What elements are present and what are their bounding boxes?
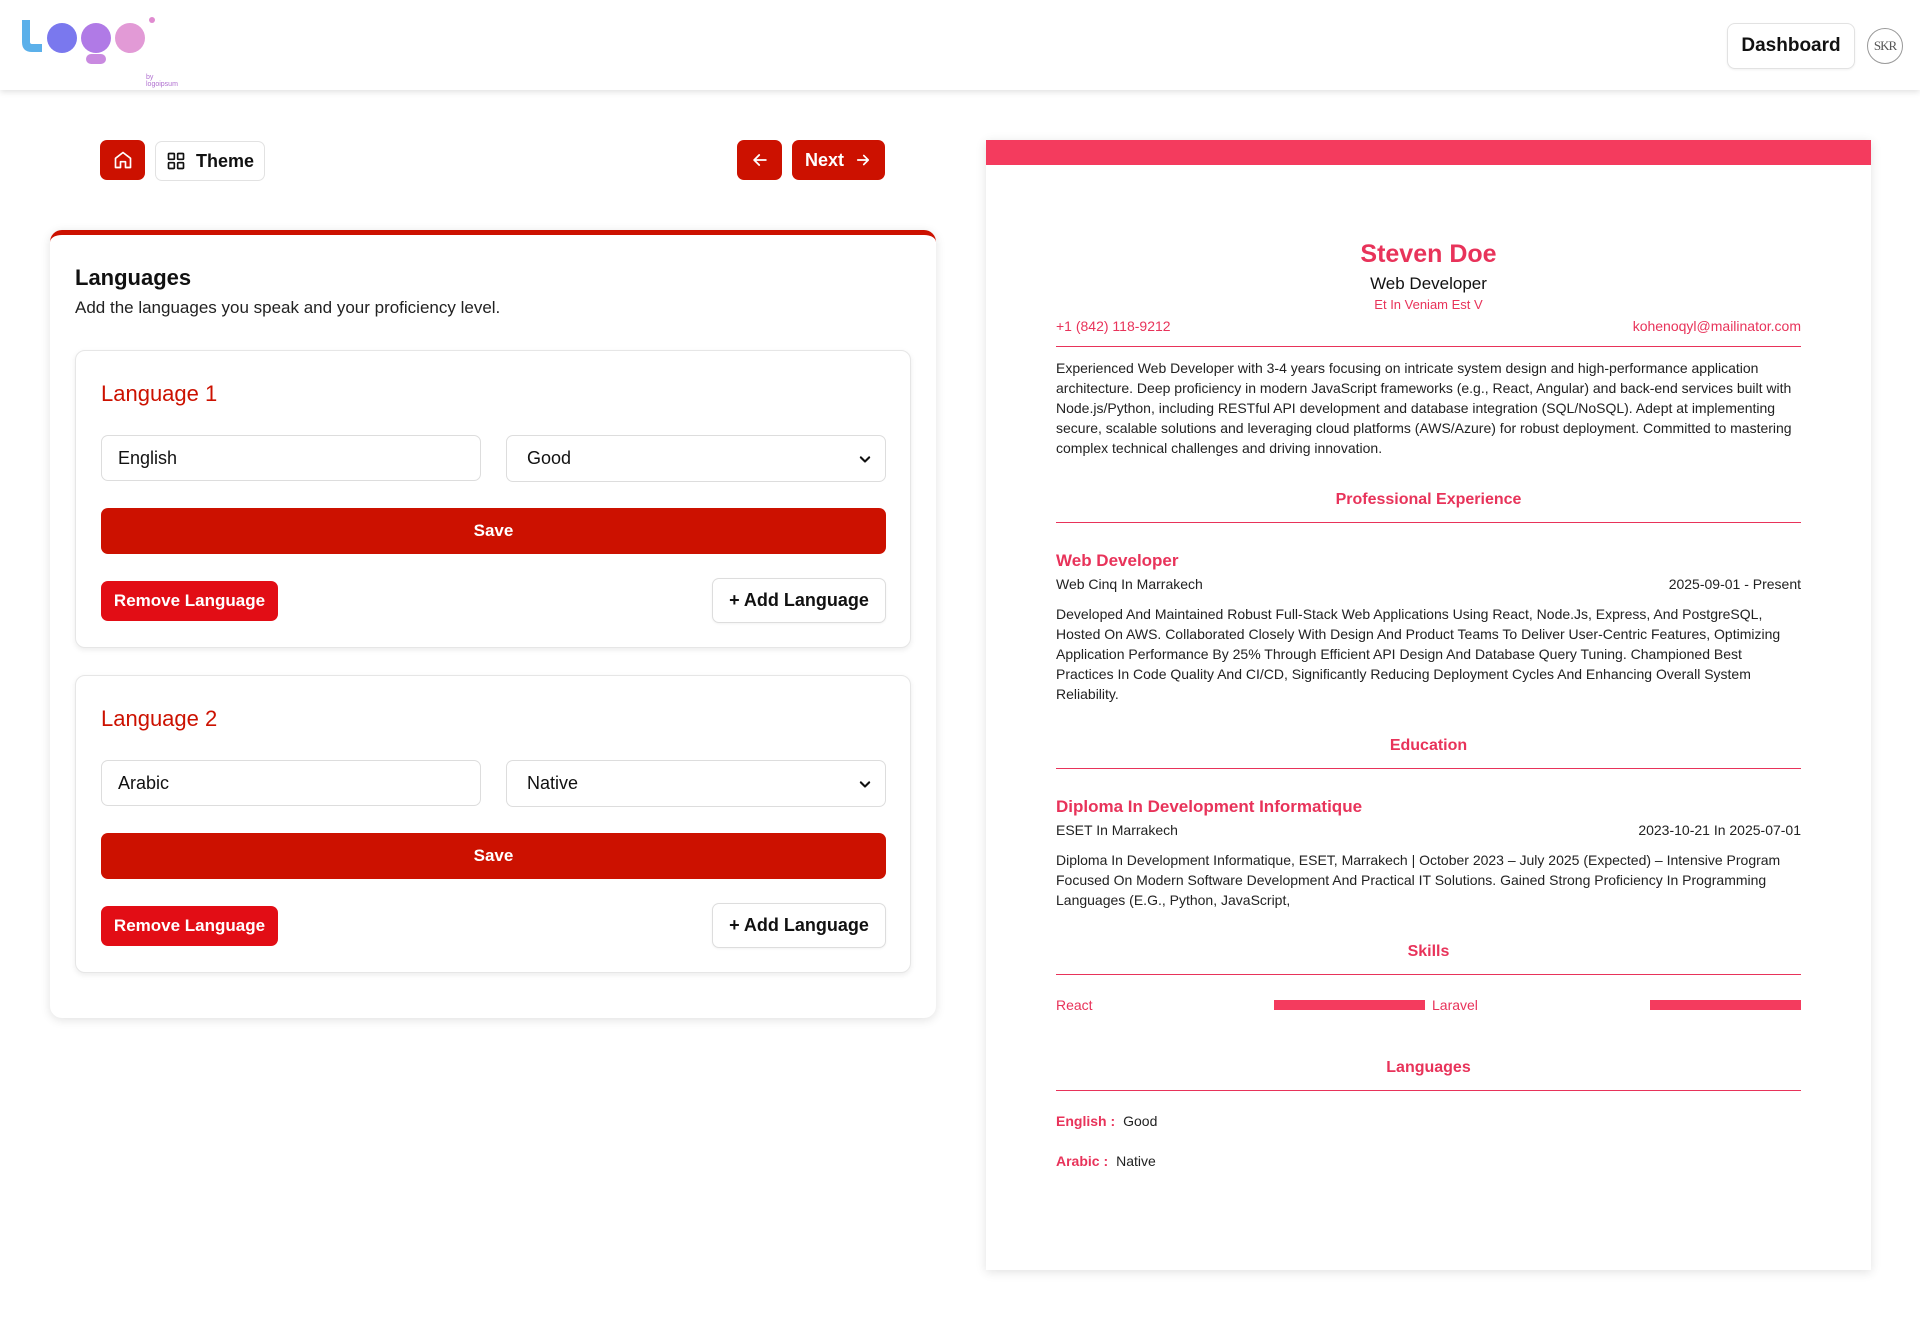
resume-language-level: Good (1123, 1113, 1158, 1129)
remove-language-button[interactable]: Remove Language (101, 906, 278, 946)
divider (1056, 974, 1801, 975)
logo-tagline: by logoipsum (146, 74, 178, 88)
resume-language-name: English : (1056, 1113, 1116, 1129)
arrow-left-icon (752, 154, 767, 166)
home-button[interactable] (100, 140, 145, 180)
theme-button[interactable]: Theme (155, 141, 265, 181)
education-description: Diploma In Development Informatique, ESE… (1056, 852, 1781, 908)
proficiency-select[interactable]: Native (506, 760, 886, 807)
education-dates: 2023-10-21 In 2025-07-01 (1638, 822, 1801, 838)
skill-level-bar (1274, 1000, 1425, 1010)
panel-subtitle: Add the languages you speak and your pro… (75, 298, 501, 317)
save-button[interactable]: Save (101, 833, 886, 879)
language-card: Language 1 English Good Save Remove Lang… (75, 350, 911, 648)
chevron-down-icon (859, 456, 871, 463)
logo-graphic (22, 17, 155, 64)
avatar[interactable]: SKR (1867, 28, 1903, 64)
divider (1056, 346, 1801, 347)
resume-language-level: Native (1116, 1153, 1156, 1169)
resume-language-row: Arabic : Native (1056, 1153, 1156, 1169)
languages-panel: Languages Add the languages you speak an… (50, 230, 936, 1018)
proficiency-value: Good (527, 448, 572, 468)
languages-heading: Languages (1386, 1059, 1471, 1076)
language-card-heading: Language 1 (101, 381, 218, 406)
resume-location: Et In Veniam Est V (1374, 297, 1483, 312)
experience-dates: 2025-09-01 - Present (1668, 576, 1801, 592)
language-name-input[interactable]: English (101, 435, 481, 481)
resume-email: kohenoqyl@mailinator.com (1632, 318, 1801, 334)
resume-preview: Steven Doe Web Developer Et In Veniam Es… (986, 140, 1871, 1270)
skill-label: Laravel (1432, 997, 1478, 1013)
panel-title: Languages (75, 265, 192, 290)
language-card-heading: Language 2 (101, 706, 218, 731)
resume-language-name: Arabic : (1056, 1153, 1109, 1169)
theme-label: Theme (195, 150, 255, 171)
back-button[interactable] (737, 140, 782, 180)
resume-phone: +1 (842) 118-9212 (1056, 318, 1171, 334)
resume-language-row: English : Good (1056, 1113, 1157, 1129)
skills-heading: Skills (1407, 943, 1450, 960)
resume-name: Steven Doe (1360, 240, 1497, 268)
skill-level-bar (1650, 1000, 1801, 1010)
add-language-button[interactable]: + Add Language (712, 578, 886, 623)
proficiency-value: Native (527, 773, 579, 793)
education-title: Diploma In Development Informatique (1056, 797, 1363, 816)
experience-heading: Professional Experience (1335, 491, 1522, 508)
next-button[interactable]: Next (792, 140, 885, 180)
save-button[interactable]: Save (101, 508, 886, 554)
skill-label: React (1056, 997, 1093, 1013)
top-header: by logoipsum Dashboard SKR (0, 0, 1920, 90)
divider (1056, 522, 1801, 523)
language-card: Language 2 Arabic Native Save Remove Lan… (75, 675, 911, 973)
arrow-right-icon (856, 154, 870, 166)
grid-icon (167, 152, 185, 170)
chevron-down-icon (859, 781, 871, 788)
education-school: ESET In Marrakech (1056, 822, 1178, 838)
resume-role: Web Developer (1370, 274, 1487, 293)
logo[interactable]: by logoipsum (18, 16, 178, 88)
remove-language-button[interactable]: Remove Language (101, 581, 278, 621)
resume-top-bar (986, 140, 1871, 165)
next-label: Next (804, 149, 844, 170)
experience-company: Web Cinq In Marrakech (1056, 576, 1203, 592)
resume-summary: Experienced Web Developer with 3-4 years… (1056, 360, 1792, 456)
proficiency-select[interactable]: Good (506, 435, 886, 482)
divider (1056, 1090, 1801, 1091)
add-language-button[interactable]: + Add Language (712, 903, 886, 948)
divider (1056, 768, 1801, 769)
experience-title: Web Developer (1056, 551, 1179, 570)
language-name-input[interactable]: Arabic (101, 760, 481, 806)
education-heading: Education (1389, 737, 1468, 754)
experience-description: Developed And Maintained Robust Full-Sta… (1056, 606, 1781, 702)
dashboard-button[interactable]: Dashboard (1727, 23, 1855, 69)
home-icon (114, 151, 131, 169)
